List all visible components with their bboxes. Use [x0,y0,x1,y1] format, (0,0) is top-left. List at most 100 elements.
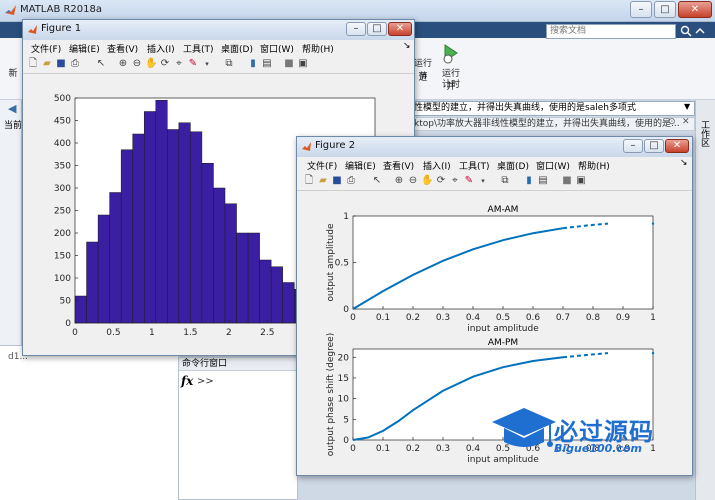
figure1-menubar: 文件(F) 编辑(E) 查看(V) 插入(I) 工具(T) 桌面(D) 窗口(W… [23,40,414,56]
x-tick-label: 0.4 [466,444,481,454]
command-window[interactable] [178,358,298,500]
menu-desktop[interactable]: 桌面(D) [221,42,253,55]
y-tick-label: 1 [343,212,349,222]
minimize-button[interactable]: – [630,1,652,18]
save-icon[interactable]: ■ [331,175,343,187]
data-cursor-icon[interactable]: ⌖ [173,58,185,70]
fig1-maximize-button[interactable]: □ [367,22,387,36]
brush-dropdown-icon[interactable]: ▾ [201,58,213,70]
edit-plot-icon[interactable]: ↖ [371,175,383,187]
close-button[interactable]: ✕ [678,1,712,18]
series-point [651,222,655,225]
brush-icon[interactable]: ✎ [463,175,475,187]
editor-menu-icon[interactable]: ⊙ [668,117,676,127]
histogram-bar [74,295,87,324]
fig1-close-button[interactable]: ✕ [388,22,412,36]
histogram-bar [120,149,133,324]
menu-insert[interactable]: 插入(I) [423,159,451,172]
am-am-axes[interactable]: AM-AM 0 0.1 0.2 0.3 0.4 0.5 0.6 0.7 0.8 0.9 1 0 0.5 1 i… [297,192,692,332]
hide-tools-icon[interactable]: ■ [283,58,295,70]
open-file-icon[interactable]: ▰ [317,175,329,187]
show-tools-icon[interactable]: ▣ [297,58,309,70]
histogram-bar [247,232,260,324]
current-folder-label: 当前 [4,121,23,131]
menu-dock-icon[interactable]: ↘ [680,158,688,168]
menu-edit[interactable]: 编辑(E) [69,42,100,55]
legend-icon[interactable]: ▤ [537,175,549,187]
rotate-3d-icon[interactable]: ⟳ [159,58,171,70]
menu-insert[interactable]: 插入(I) [147,42,175,55]
pan-icon[interactable]: ✋ [145,58,157,70]
edit-plot-icon[interactable]: ↖ [95,58,107,70]
zoom-in-icon[interactable]: ⊕ [117,58,129,70]
menu-window[interactable]: 窗口(W) [260,42,294,55]
back-arrow-icon[interactable]: ◀ [8,102,20,115]
colorbar-icon[interactable]: ▮ [247,58,259,70]
menu-desktop[interactable]: 桌面(D) [497,159,529,172]
histogram-bar [97,214,110,324]
menu-view[interactable]: 查看(V) [383,159,414,172]
histogram-bar [282,282,295,324]
menu-file[interactable]: 文件(F) [31,42,61,55]
menu-file[interactable]: 文件(F) [307,159,337,172]
histogram-bar [201,163,214,324]
menu-view[interactable]: 查看(V) [107,42,138,55]
menu-edit[interactable]: 编辑(E) [345,159,376,172]
menu-tools[interactable]: 工具(T) [459,159,490,172]
fig2-minimize-button[interactable]: – [623,139,643,153]
y-tick-label: 100 [54,274,71,284]
address-bar[interactable]: 性模型的建立，并得出失真曲线，使用的是saleh多项式 [410,101,695,116]
open-file-icon[interactable]: ▰ [41,58,53,70]
print-icon[interactable]: ⎙ [345,175,357,187]
link-plot-icon[interactable]: ⧉ [499,175,511,187]
main-window-title: MATLAB R2018a [20,4,103,15]
zoom-in-icon[interactable]: ⊕ [393,175,405,187]
hide-tools-icon[interactable]: ■ [561,175,573,187]
fig2-close-button[interactable]: ✕ [665,139,689,153]
brush-icon[interactable]: ✎ [187,58,199,70]
search-icon[interactable] [680,25,692,37]
new-figure-icon[interactable]: 🗋 [303,175,315,187]
rotate-3d-icon[interactable]: ⟳ [435,175,447,187]
colorbar-icon[interactable]: ▮ [523,175,535,187]
new-figure-icon[interactable]: 🗋 [27,58,39,70]
fig1-minimize-button[interactable]: – [346,22,366,36]
histogram-bar [236,232,249,324]
chart-title: AM-PM [488,338,518,348]
menu-help[interactable]: 帮助(H) [578,159,610,172]
workspace-side-label[interactable]: 工作区 [697,120,711,147]
editor-close-icon[interactable]: ✕ [682,117,690,127]
x-tick-label: 0.3 [436,313,450,323]
address-dropdown-icon[interactable]: ▼ [684,102,690,111]
link-plot-icon[interactable]: ⧉ [223,58,235,70]
menu-window[interactable]: 窗口(W) [536,159,570,172]
legend-icon[interactable]: ▤ [261,58,273,70]
collapse-icon[interactable] [694,25,706,37]
menu-help[interactable]: 帮助(H) [302,42,334,55]
details-panel [0,345,178,500]
show-tools-icon[interactable]: ▣ [575,175,587,187]
zoom-out-icon[interactable]: ⊖ [407,175,419,187]
menu-tools[interactable]: 工具(T) [183,42,214,55]
y-tick-label: 0 [65,319,71,329]
command-prompt[interactable]: >> [197,376,214,387]
brush-dropdown-icon[interactable]: ▾ [477,175,489,187]
data-cursor-icon[interactable]: ⌖ [449,175,461,187]
print-icon[interactable]: ⎙ [69,58,81,70]
search-input[interactable]: 搜索文档 [546,24,676,39]
y-tick-label: 250 [54,207,71,217]
maximize-button[interactable]: □ [654,1,676,18]
x-tick-label: 0.8 [586,313,601,323]
figure1-titlebar[interactable]: Figure 1 – □ ✕ [23,20,414,40]
figure2-titlebar[interactable]: Figure 2 – □ ✕ [297,137,692,157]
run-and-time-icon[interactable] [440,42,460,64]
run-and-time-label-2[interactable]: 计时 [438,77,464,90]
fig2-maximize-button[interactable]: □ [644,139,664,153]
menu-dock-icon[interactable]: ↘ [403,41,411,51]
x-tick-label: 2.5 [260,328,274,338]
pan-icon[interactable]: ✋ [421,175,433,187]
zoom-out-icon[interactable]: ⊖ [131,58,143,70]
save-icon[interactable]: ■ [55,58,67,70]
fx-icon[interactable]: fx [181,374,193,388]
x-tick-label: 0 [350,444,356,454]
